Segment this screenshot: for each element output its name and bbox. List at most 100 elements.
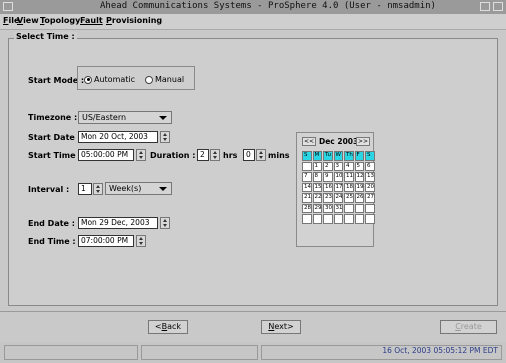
start-time-field[interactable]: 05:00:00 PM (78, 149, 134, 161)
timezone-label: Timezone : (28, 113, 78, 122)
calendar-day-cell[interactable] (333, 214, 343, 224)
calendar-day-cell[interactable]: 9 (323, 172, 333, 182)
status-segment (141, 345, 258, 360)
interval-field[interactable]: 1 (78, 183, 92, 195)
calendar-day-cell[interactable]: 13 (365, 172, 375, 182)
duration-mins-field[interactable]: 0 (243, 149, 255, 161)
duration-hrs-field[interactable]: 2 (197, 149, 209, 161)
calendar-day-cell[interactable]: 7 (302, 172, 312, 182)
interval-unit-value: Week(s) (109, 184, 142, 193)
duration-mins-spinner[interactable] (256, 149, 266, 161)
menu-fault[interactable]: Fault (80, 16, 103, 25)
calendar-day-cell[interactable]: 19 (354, 182, 364, 192)
calendar-day-cell[interactable]: 10 (333, 172, 343, 182)
interval-unit-select[interactable]: Week(s) (105, 182, 172, 195)
calendar-day-cell[interactable] (302, 214, 312, 224)
minimize-icon[interactable] (480, 2, 490, 11)
chevron-down-icon (159, 116, 167, 120)
create-button[interactable]: Create (440, 320, 497, 334)
window-menu-icon[interactable] (3, 2, 13, 11)
start-date-label: Start Date : (28, 133, 81, 142)
calendar-day-cell[interactable]: 20 (365, 182, 375, 192)
title-bar: Ahead Communications Systems - ProSphere… (0, 0, 506, 15)
calendar-day-cell[interactable]: 3 (333, 161, 343, 171)
calendar-day-cell[interactable]: 16 (323, 182, 333, 192)
duration-hrs-spinner[interactable] (210, 149, 220, 161)
calendar-day-cell[interactable]: 25 (344, 193, 354, 203)
calendar-day-cell[interactable] (302, 161, 312, 171)
calendar-day-cell[interactable]: 15 (312, 182, 322, 192)
next-button[interactable]: Next> (261, 320, 301, 334)
start-time-label: Start Time : (28, 151, 82, 160)
calendar-day-cell[interactable]: 30 (323, 203, 333, 213)
calendar-day-cell[interactable]: 24 (333, 193, 343, 203)
calendar-day-cell[interactable]: 28 (302, 203, 312, 213)
end-time-field[interactable]: 07:00:00 PM (78, 235, 134, 247)
calendar-prev-button[interactable]: << (302, 137, 316, 146)
calendar-day-cell[interactable] (312, 214, 322, 224)
select-time-title: Select Time : (14, 32, 77, 41)
chevron-down-icon (159, 187, 167, 191)
calendar-day-cell[interactable] (344, 203, 354, 213)
calendar-day-cell[interactable]: 2 (323, 161, 333, 171)
status-segment (4, 345, 138, 360)
menu-view[interactable]: View (17, 16, 39, 25)
calendar-day-cell[interactable]: 4 (344, 161, 354, 171)
start-time-spinner[interactable] (136, 149, 146, 161)
start-date-spinner[interactable] (160, 131, 170, 143)
calendar-day-cell[interactable]: 11 (344, 172, 354, 182)
radio-selected-icon[interactable] (84, 75, 92, 84)
calendar-day-cell[interactable] (365, 214, 375, 224)
menu-provisioning[interactable]: Provisioning (106, 16, 162, 25)
calendar-day-cell[interactable] (365, 203, 375, 213)
calendar-month-label: Dec 2003 (319, 137, 359, 146)
calendar-day-cell[interactable] (354, 214, 364, 224)
calendar-day-cell[interactable]: 5 (354, 161, 364, 171)
radio-automatic[interactable]: Automatic (84, 75, 135, 84)
calendar-day-cell[interactable]: 22 (312, 193, 322, 203)
calendar-day-cell[interactable]: 1 (312, 161, 322, 171)
calendar-widget: << Dec 2003 >> S M Tu W Th F S 1 2 3 4 5 6 7 8 9 10 11 12 1… (296, 132, 375, 247)
calendar-day-cell[interactable] (354, 203, 364, 213)
end-time-spinner[interactable] (136, 235, 146, 247)
calendar-day-cell[interactable]: 21 (302, 193, 312, 203)
radio-unselected-icon[interactable] (145, 75, 153, 84)
calendar-day-cell[interactable]: 18 (344, 182, 354, 192)
status-bar: 16 Oct, 2003 05:05:12 PM EDT (0, 342, 506, 363)
menu-topology[interactable]: Topology (40, 16, 80, 25)
calendar-day-cell[interactable]: 27 (365, 193, 375, 203)
calendar-day-cell[interactable]: 31 (333, 203, 343, 213)
end-date-field[interactable]: Mon 29 Dec, 2003 (78, 217, 158, 229)
calendar-day-cell[interactable]: 6 (365, 161, 375, 171)
end-time-label: End Time : (28, 237, 76, 246)
calendar-day-cell[interactable]: 17 (333, 182, 343, 192)
calendar-day-cell[interactable] (344, 214, 354, 224)
hrs-label: hrs (223, 151, 238, 160)
back-button[interactable]: <Back (148, 320, 188, 334)
maximize-icon[interactable] (493, 2, 503, 11)
calendar-day-header: F (354, 151, 364, 161)
calendar-day-cell[interactable]: 23 (323, 193, 333, 203)
calendar-day-cell[interactable]: 29 (312, 203, 322, 213)
calendar-day-cell[interactable]: 12 (354, 172, 364, 182)
calendar-next-button[interactable]: >> (356, 137, 370, 146)
calendar-grid: S M Tu W Th F S 1 2 3 4 5 6 7 8 9 10 11 12 13 14 15 16 17 18 19 20… (302, 151, 375, 224)
window-title: Ahead Communications Systems - ProSphere… (100, 1, 436, 11)
menu-bar: File View Topology Fault Provisioning (0, 14, 506, 30)
calendar-day-cell[interactable] (323, 214, 333, 224)
timezone-value: US/Eastern (82, 113, 127, 122)
radio-manual[interactable]: Manual (145, 75, 184, 84)
calendar-day-header: W (333, 151, 343, 161)
calendar-day-cell[interactable]: 14 (302, 182, 312, 192)
duration-label: Duration : (150, 151, 196, 160)
end-date-label: End Date : (28, 219, 75, 228)
start-mode-label: Start Mode : (28, 76, 85, 85)
start-date-field[interactable]: Mon 20 Oct, 2003 (78, 131, 158, 143)
calendar-day-cell[interactable]: 26 (354, 193, 364, 203)
interval-spinner[interactable] (93, 183, 103, 195)
status-datetime: 16 Oct, 2003 05:05:12 PM EDT (382, 346, 498, 355)
timezone-select[interactable]: US/Eastern (78, 111, 172, 124)
calendar-day-cell[interactable]: 8 (312, 172, 322, 182)
end-date-spinner[interactable] (160, 217, 170, 229)
mins-label: mins (268, 151, 290, 160)
